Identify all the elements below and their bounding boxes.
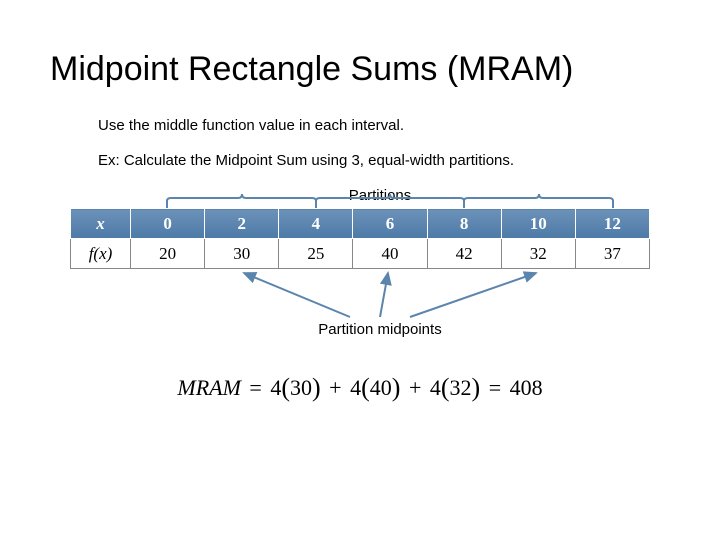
midpoint-arrows — [70, 269, 650, 319]
partitions-label: Partitions — [90, 187, 670, 204]
page-title: Midpoint Rectangle Sums (MRAM) — [50, 50, 670, 89]
val-1: 30 — [290, 375, 312, 400]
data-table: x 0 2 4 6 8 10 12 f(x) 20 30 25 40 42 32… — [70, 208, 650, 269]
result: 408 — [510, 375, 543, 400]
fx-cell: 40 — [353, 239, 427, 269]
x-cell: 2 — [205, 209, 279, 239]
row-head-x: x — [71, 209, 131, 239]
fx-cell: 25 — [279, 239, 353, 269]
x-cell: 6 — [353, 209, 427, 239]
x-cell: 12 — [575, 209, 649, 239]
x-cell: 0 — [131, 209, 205, 239]
x-cell: 8 — [427, 209, 501, 239]
table-row: x 0 2 4 6 8 10 12 — [71, 209, 650, 239]
x-cell: 4 — [279, 209, 353, 239]
instruction-text: Use the middle function value in each in… — [98, 117, 670, 134]
coef-1: 4 — [270, 375, 281, 400]
x-cell: 10 — [501, 209, 575, 239]
table-row: f(x) 20 30 25 40 42 32 37 — [71, 239, 650, 269]
coef-2: 4 — [350, 375, 361, 400]
midpoints-label: Partition midpoints — [90, 321, 670, 338]
mram-formula: MRAM = 4(30) + 4(40) + 4(32) = 408 — [50, 372, 670, 402]
table-container: x 0 2 4 6 8 10 12 f(x) 20 30 25 40 42 32… — [70, 208, 650, 269]
fx-cell: 30 — [205, 239, 279, 269]
fx-cell: 37 — [575, 239, 649, 269]
example-text: Ex: Calculate the Midpoint Sum using 3, … — [98, 152, 670, 169]
val-2: 40 — [370, 375, 392, 400]
val-3: 32 — [450, 375, 472, 400]
formula-lhs: MRAM — [177, 375, 241, 400]
row-head-fx: f(x) — [71, 239, 131, 269]
fx-cell: 32 — [501, 239, 575, 269]
fx-cell: 42 — [427, 239, 501, 269]
coef-3: 4 — [430, 375, 441, 400]
fx-cell: 20 — [131, 239, 205, 269]
